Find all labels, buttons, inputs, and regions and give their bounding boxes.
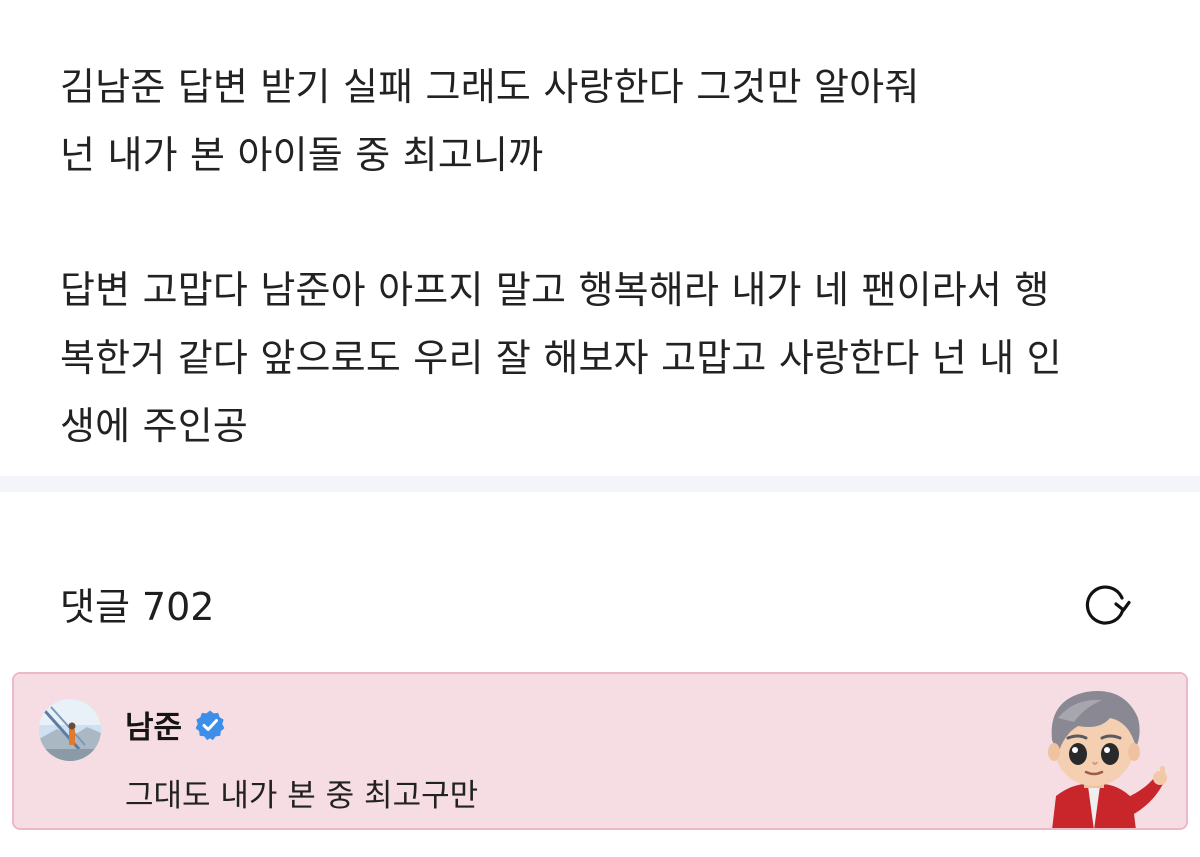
post-line: 답변 고맙다 남준아 아프지 말고 행복해라 내가 네 팬이라서 행 [60,268,1050,312]
post-paragraph: 답변 고맙다 남준아 아프지 말고 행복해라 내가 네 팬이라서 행 복한거 같… [60,256,1062,460]
post-line: 김남준 답변 받기 실패 그래도 사랑한다 그것만 알아줘 [60,65,920,109]
comments-number: 702 [141,585,215,629]
post-line: 생에 주인공 [60,404,249,448]
avatar[interactable] [39,699,101,761]
refresh-icon [1085,585,1131,625]
avatar-photo [39,699,101,761]
post-body: 김남준 답변 받기 실패 그래도 사랑한다 그것만 알아줘 넌 내가 본 아이돌… [0,0,1200,476]
comment-author[interactable]: 남준 [125,702,182,747]
character-sticker [1014,678,1174,828]
refresh-button[interactable] [1078,576,1134,632]
post-line: 복한거 같다 앞으로도 우리 잘 해보자 고맙고 사랑한다 넌 내 인 [60,336,1062,380]
verified-badge-icon [194,709,226,741]
section-divider [0,476,1200,492]
comments-header: 댓글 702 [0,492,1200,672]
post-paragraph: 김남준 답변 받기 실패 그래도 사랑한다 그것만 알아줘 넌 내가 본 아이돌… [60,53,919,189]
comments-label: 댓글 [60,585,130,629]
highlighted-comment[interactable]: 남준 그대도 내가 본 중 최고구만 [12,672,1188,830]
comment-author-row: 남준 [125,702,226,747]
post-line: 넌 내가 본 아이돌 중 최고니까 [60,133,544,177]
comment-text: 그대도 내가 본 중 최고구만 [125,778,479,814]
comments-count: 댓글 702 [60,576,214,631]
